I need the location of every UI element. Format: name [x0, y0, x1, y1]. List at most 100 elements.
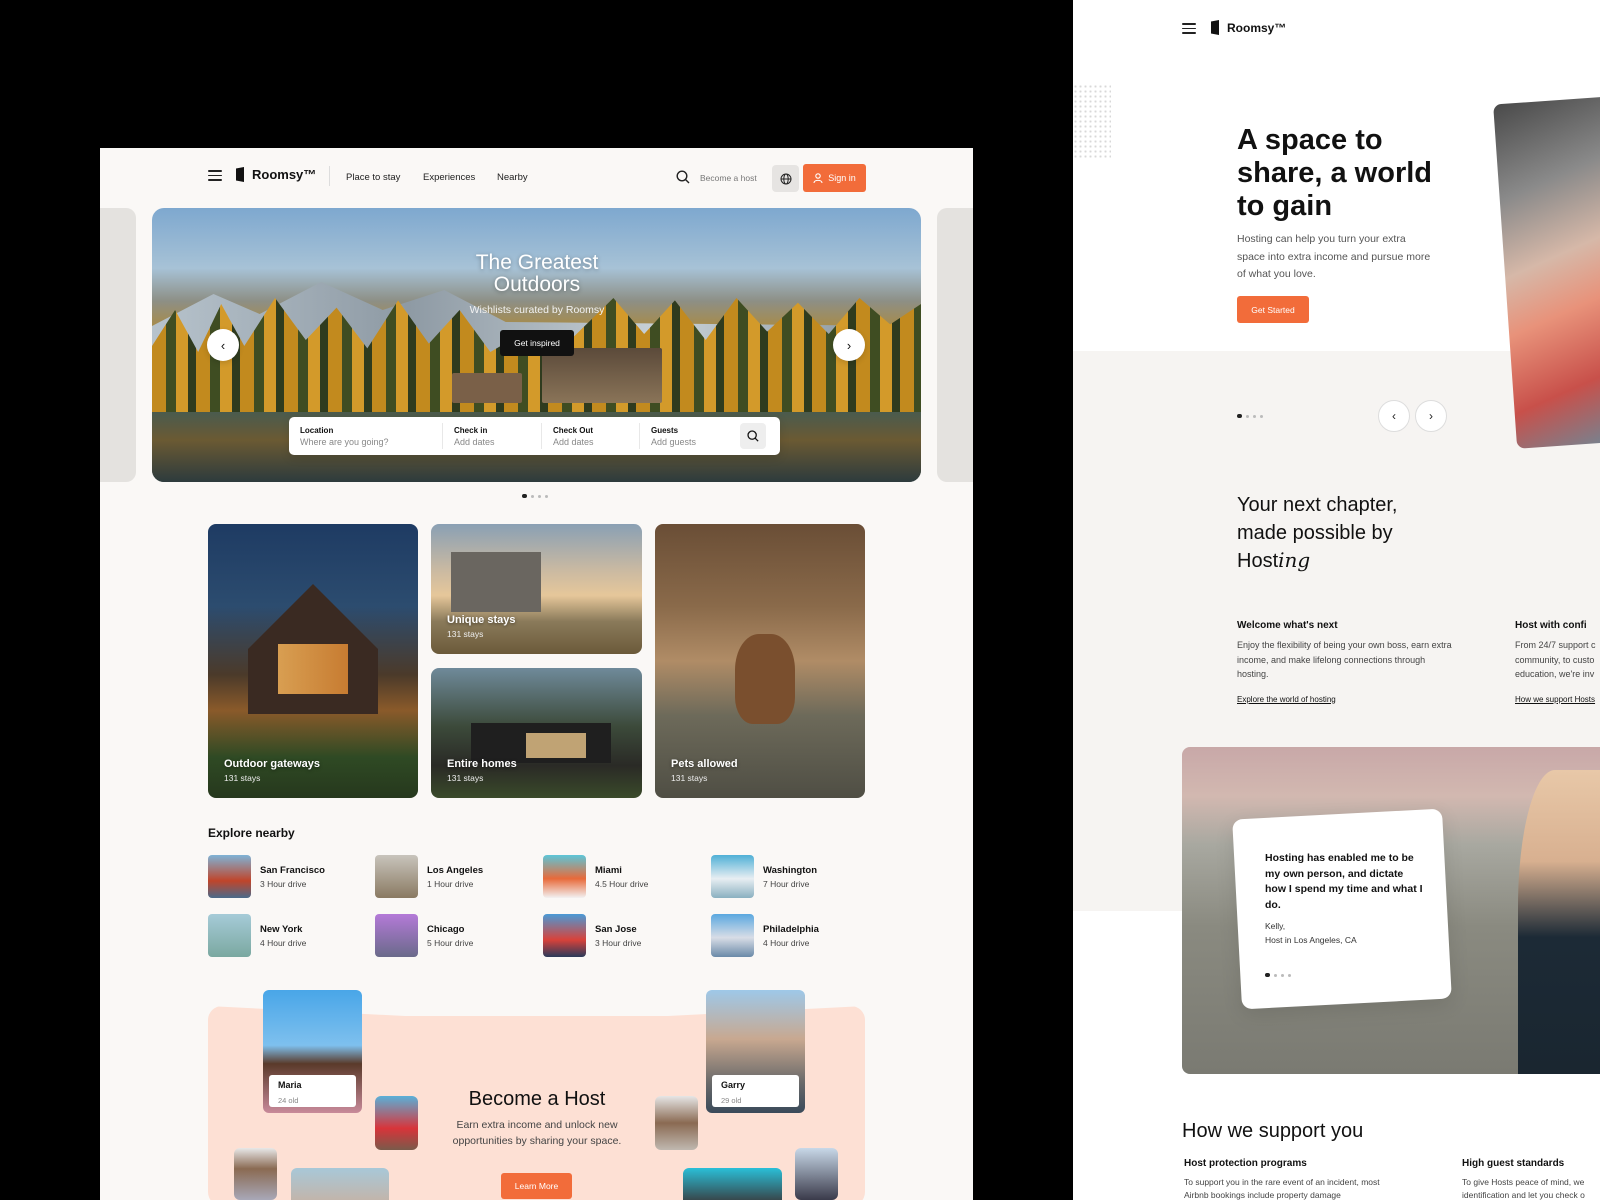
hosting-hero-body: Hosting can help you turn your extra spa…	[1237, 233, 1431, 280]
hosting-page: Roomsy™ A space to share, a world to gain …	[1073, 0, 1600, 1200]
explore-hosting-link[interactable]: Explore the world of hosting	[1237, 695, 1452, 704]
sign-in-label: Sign in	[828, 173, 856, 183]
hosting-hero-title: A space to share, a world to gain	[1237, 124, 1433, 222]
window-light	[526, 733, 586, 758]
city-item[interactable]: Los Angeles 1 Hour drive	[375, 855, 483, 898]
home-page: Roomsy™ Place to stay Experiences Nearby…	[100, 148, 973, 1200]
host-title: Become a Host	[468, 1088, 606, 1110]
brand-logo[interactable]: Roomsy™	[236, 167, 316, 182]
category-count: 131 stays	[447, 773, 484, 783]
city-item[interactable]: Chicago 5 Hour drive	[375, 914, 473, 957]
next-slide-peek	[937, 208, 973, 482]
hero-prev-button[interactable]: ‹	[1378, 400, 1410, 432]
city-item[interactable]: San Francisco 3 Hour drive	[208, 855, 325, 898]
category-card-outdoor[interactable]: Outdoor gateways 131 stays	[208, 524, 418, 798]
category-title: Unique stays	[447, 614, 516, 626]
category-card-unique[interactable]: Unique stays 131 stays	[431, 524, 642, 654]
search-icon[interactable]	[676, 170, 690, 184]
user-icon	[813, 173, 823, 183]
host-name-tag: Garry 29 old	[712, 1075, 799, 1107]
category-card-entire-homes[interactable]: Entire homes 131 stays	[431, 668, 642, 798]
location-field[interactable]: Location Where are you going?	[289, 423, 443, 449]
host-avatar-small	[234, 1148, 277, 1200]
category-title: Pets allowed	[671, 758, 738, 770]
category-count: 131 stays	[224, 773, 261, 783]
category-count: 131 stays	[671, 773, 708, 783]
hero-next-button[interactable]: ›	[1415, 400, 1447, 432]
feature-welcome: Welcome what's next Enjoy the flexibilit…	[1237, 620, 1452, 704]
get-inspired-button[interactable]: Get inspired	[500, 330, 574, 356]
feature-confidence: Host with confi From 24/7 support c comm…	[1515, 620, 1600, 704]
hero-prev-button[interactable]: ‹	[207, 329, 239, 361]
nav-experiences[interactable]: Experiences	[423, 172, 475, 183]
category-title: Entire homes	[447, 758, 517, 770]
city-thumbnail	[711, 914, 754, 957]
host-avatar-small	[683, 1168, 782, 1200]
host-body: Earn extra income and unlock new opportu…	[452, 1119, 622, 1147]
host-card-maria[interactable]: Maria 24 old	[263, 990, 362, 1113]
city-thumbnail	[543, 855, 586, 898]
testimonial-location: Host in Los Angeles, CA	[1265, 935, 1357, 945]
city-item[interactable]: Miami 4.5 Hour drive	[543, 855, 648, 898]
brand-logo[interactable]: Roomsy™	[1211, 20, 1286, 35]
menu-icon[interactable]	[208, 170, 222, 181]
city-item[interactable]: New York 4 Hour drive	[208, 914, 306, 957]
hero-pagination[interactable]	[1237, 414, 1263, 418]
explore-nearby-title: Explore nearby	[208, 826, 295, 840]
host-card-garry[interactable]: Garry 29 old	[706, 990, 805, 1113]
brand-name: Roomsy™	[252, 167, 317, 182]
city-thumbnail	[208, 914, 251, 957]
divider	[329, 166, 330, 186]
checkout-field[interactable]: Check Out Add dates	[542, 423, 640, 449]
city-thumbnail	[375, 914, 418, 957]
logo-icon	[236, 167, 244, 182]
city-thumbnail	[208, 855, 251, 898]
nav-place-to-stay[interactable]: Place to stay	[346, 172, 400, 183]
city-thumbnail	[711, 855, 754, 898]
search-submit-button[interactable]	[740, 423, 766, 449]
globe-icon	[780, 173, 791, 184]
get-started-button[interactable]: Get Started	[1237, 296, 1309, 323]
hero-next-button[interactable]: ›	[833, 329, 865, 361]
host-avatar-small	[375, 1096, 418, 1150]
chapter-heading: Your next chapter, made possible by Hosti…	[1237, 494, 1398, 572]
become-host-link[interactable]: Become a host	[700, 173, 757, 183]
city-item[interactable]: Washington 7 Hour drive	[711, 855, 817, 898]
logo-icon	[1211, 20, 1219, 35]
canvas: Roomsy™ Place to stay Experiences Nearby…	[0, 0, 1600, 1200]
city-item[interactable]: San Jose 3 Hour drive	[543, 914, 641, 957]
chalet-image	[542, 348, 662, 403]
hero-pagination[interactable]	[522, 494, 548, 498]
language-button[interactable]	[772, 165, 799, 192]
dot-pattern	[1073, 84, 1111, 160]
testimonial-pagination[interactable]	[1265, 973, 1291, 977]
dog-image	[735, 634, 795, 724]
sign-in-button[interactable]: Sign in	[803, 164, 866, 192]
cabin-image	[452, 373, 522, 403]
host-name-tag: Maria 24 old	[269, 1075, 356, 1107]
hero-title: The Greatest Outdoors	[475, 251, 599, 296]
hero-subtitle: Wishlists curated by Roomsy	[469, 304, 605, 316]
forest-image	[152, 298, 921, 418]
support-item: Host protection programs To support you …	[1184, 1158, 1380, 1200]
window-light	[278, 644, 348, 694]
host-avatar-small	[795, 1148, 838, 1200]
host-avatar-small	[655, 1096, 698, 1150]
menu-icon[interactable]	[1182, 23, 1196, 34]
category-count: 131 stays	[447, 629, 484, 639]
testimonial-quote: Hosting has enabled me to be my own pers…	[1265, 852, 1423, 911]
city-thumbnail	[375, 855, 418, 898]
building-image	[451, 552, 541, 612]
city-item[interactable]: Philadelphia 4 Hour drive	[711, 914, 819, 957]
guests-field[interactable]: Guests Add guests	[640, 423, 740, 449]
support-title: How we support you	[1182, 1120, 1364, 1142]
brand-name: Roomsy™	[1227, 20, 1287, 35]
category-card-pets[interactable]: Pets allowed 131 stays	[655, 524, 865, 798]
testimonial-author: Kelly,	[1265, 921, 1286, 931]
nav-nearby[interactable]: Nearby	[497, 172, 528, 183]
category-title: Outdoor gateways	[224, 758, 320, 770]
host-portrait	[1518, 770, 1600, 1074]
learn-more-button[interactable]: Learn More	[501, 1173, 572, 1199]
checkin-field[interactable]: Check in Add dates	[443, 423, 542, 449]
support-hosts-link[interactable]: How we support Hosts	[1515, 695, 1600, 704]
